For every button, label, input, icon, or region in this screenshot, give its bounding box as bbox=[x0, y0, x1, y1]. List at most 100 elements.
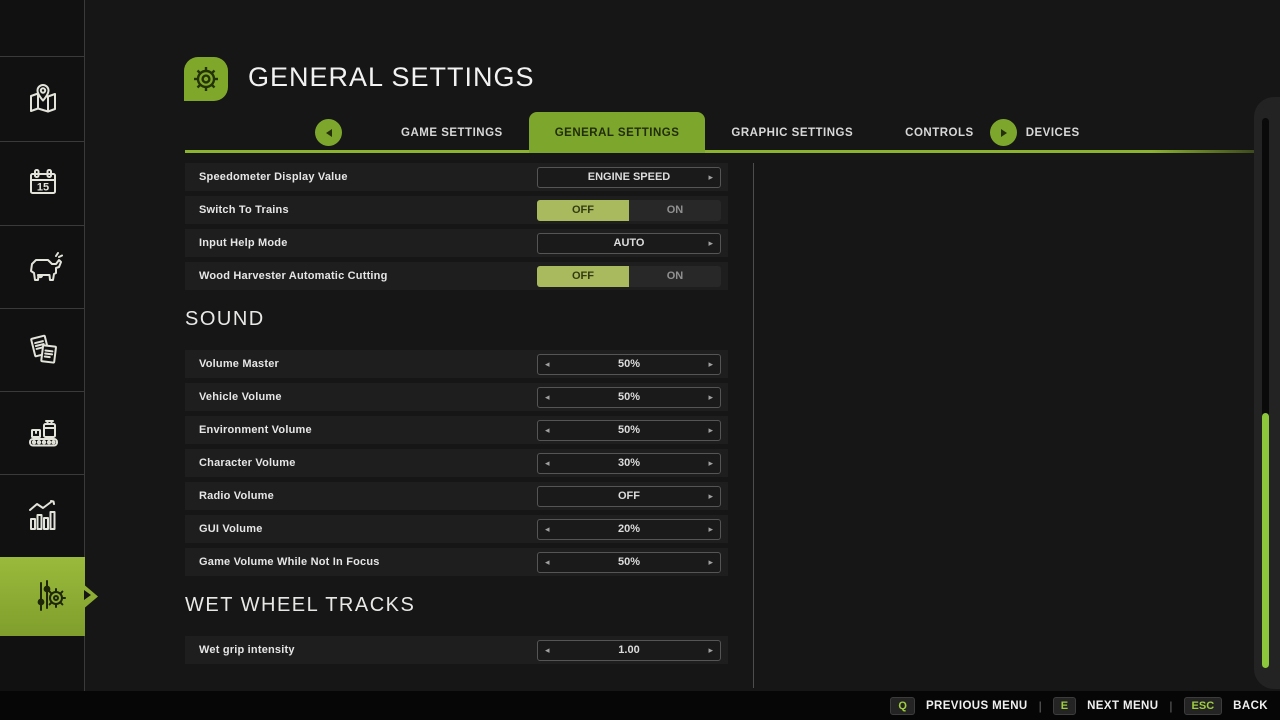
right-arrow-icon bbox=[1000, 128, 1007, 137]
setting-label: GUI Volume bbox=[199, 523, 263, 535]
tab-general-settings[interactable]: GENERAL SETTINGS bbox=[528, 112, 706, 153]
key-badge-e: E bbox=[1052, 696, 1077, 715]
settings-list: Speedometer Display Value◂ENGINE SPEED▸S… bbox=[185, 163, 728, 669]
setting-label: Volume Master bbox=[199, 358, 280, 370]
shortcut-label: PREVIOUS MENU bbox=[925, 699, 1028, 712]
on-off-toggle[interactable]: OFF ON bbox=[537, 199, 721, 221]
tab-bar: GAME SETTINGS GENERAL SETTINGS GRAPHIC SET… bbox=[85, 112, 1280, 153]
map-icon bbox=[23, 79, 63, 119]
shortcut-separator: | bbox=[1038, 698, 1042, 713]
value-selector[interactable]: ◂ 50% ▸ bbox=[537, 551, 721, 573]
settings-row: Speedometer Display Value◂ENGINE SPEED▸ bbox=[185, 163, 728, 191]
toggle-option-on[interactable]: ON bbox=[629, 265, 721, 287]
increase-arrow-icon[interactable]: ▸ bbox=[708, 557, 713, 567]
setting-label: Input Help Mode bbox=[199, 237, 288, 249]
tab-graphic-settings[interactable]: GRAPHIC SETTINGS bbox=[705, 112, 879, 153]
settings-row: Vehicle Volume ◂ 50% ▸ bbox=[185, 383, 728, 411]
increase-arrow-icon[interactable]: ▸ bbox=[708, 425, 713, 435]
settings-row: Radio Volume◂OFF▸ bbox=[185, 482, 728, 510]
increase-arrow-icon[interactable]: ▸ bbox=[708, 359, 713, 369]
increase-arrow-icon[interactable]: ▸ bbox=[708, 392, 713, 402]
general-settings-screen: 15 GENERAL SETTINGS GAME SETTINGS GENERA… bbox=[0, 0, 1280, 720]
contracts-icon bbox=[23, 330, 63, 370]
settings-row: Character Volume ◂ 30% ▸ bbox=[185, 449, 728, 477]
scrollbar-track[interactable] bbox=[1262, 118, 1269, 668]
calendar-icon: 15 bbox=[23, 163, 63, 203]
settings-row: Input Help Mode◂AUTO▸ bbox=[185, 229, 728, 257]
sidebar-item-map[interactable] bbox=[0, 56, 85, 140]
section-heading: SOUND bbox=[185, 308, 265, 330]
page-title: GENERAL SETTINGS bbox=[248, 62, 535, 92]
statistics-icon bbox=[23, 496, 63, 536]
shortcut-label: BACK bbox=[1233, 699, 1268, 712]
selector-value: 50% bbox=[617, 424, 641, 436]
value-selector[interactable]: ◂ 50% ▸ bbox=[537, 419, 721, 441]
sidebar-item-animals[interactable] bbox=[0, 225, 85, 307]
shortcut-separator: | bbox=[1169, 698, 1173, 713]
increase-arrow-icon[interactable]: ▸ bbox=[708, 238, 713, 248]
sidebar-item-production[interactable] bbox=[0, 391, 85, 473]
column-divider bbox=[753, 163, 754, 688]
gear-icon bbox=[184, 57, 228, 101]
shortcut-label: NEXT MENU bbox=[1087, 699, 1159, 712]
settings-row: Game Volume While Not In Focus ◂ 50% ▸ bbox=[185, 548, 728, 576]
scrollbar-panel bbox=[1254, 97, 1280, 689]
key-badge-esc: ESC bbox=[1183, 696, 1223, 715]
setting-label: Speedometer Display Value bbox=[199, 171, 348, 183]
value-selector[interactable]: ◂AUTO▸ bbox=[537, 232, 721, 254]
increase-arrow-icon[interactable]: ▸ bbox=[708, 645, 713, 655]
selector-value: AUTO bbox=[613, 237, 645, 249]
increase-arrow-icon[interactable]: ▸ bbox=[708, 524, 713, 534]
left-arrow-icon bbox=[325, 128, 332, 137]
setting-label: Vehicle Volume bbox=[199, 391, 282, 403]
toggle-option-off[interactable]: OFF bbox=[537, 199, 629, 221]
prev-tab-button[interactable] bbox=[315, 119, 342, 146]
setting-label: Wet grip intensity bbox=[199, 644, 295, 656]
setting-label: Radio Volume bbox=[199, 490, 274, 502]
selector-value: 50% bbox=[617, 391, 641, 403]
settings-row: GUI Volume ◂ 20% ▸ bbox=[185, 515, 728, 543]
section-heading: WET WHEEL TRACKS bbox=[185, 594, 416, 616]
setting-label: Character Volume bbox=[199, 457, 296, 469]
setting-label: Environment Volume bbox=[199, 424, 312, 436]
tab-game-settings[interactable]: GAME SETTINGS bbox=[375, 112, 529, 153]
value-selector[interactable]: ◂ 50% ▸ bbox=[537, 386, 721, 408]
value-selector[interactable]: ◂ 50% ▸ bbox=[537, 353, 721, 375]
toggle-option-off[interactable]: OFF bbox=[537, 265, 629, 287]
toggle-option-on[interactable]: ON bbox=[629, 199, 721, 221]
next-tab-button[interactable] bbox=[990, 119, 1017, 146]
increase-arrow-icon[interactable]: ▸ bbox=[708, 172, 713, 182]
scrollbar-thumb[interactable] bbox=[1262, 413, 1269, 668]
svg-text:15: 15 bbox=[36, 182, 48, 194]
settings-icon bbox=[29, 577, 69, 617]
increase-arrow-icon[interactable]: ▸ bbox=[708, 491, 713, 501]
setting-label: Game Volume While Not In Focus bbox=[199, 556, 380, 568]
selector-value: OFF bbox=[618, 490, 640, 502]
value-selector[interactable]: ◂ENGINE SPEED▸ bbox=[537, 166, 721, 188]
shortcut-bar: Q PREVIOUS MENU | E NEXT MENU | ESC BACK bbox=[0, 691, 1280, 720]
value-selector[interactable]: ◂OFF▸ bbox=[537, 485, 721, 507]
sidebar-item-contracts[interactable] bbox=[0, 308, 85, 390]
settings-row: Environment Volume ◂ 50% ▸ bbox=[185, 416, 728, 444]
value-selector[interactable]: ◂ 1.00 ▸ bbox=[537, 639, 721, 661]
key-badge-q: Q bbox=[890, 696, 915, 715]
selector-value: 30% bbox=[617, 457, 641, 469]
setting-label: Wood Harvester Automatic Cutting bbox=[199, 270, 388, 282]
settings-row: Switch To Trains OFF ON bbox=[185, 196, 728, 224]
increase-arrow-icon[interactable]: ▸ bbox=[708, 458, 713, 468]
sidebar-item-calendar[interactable]: 15 bbox=[0, 141, 85, 224]
settings-row: Wood Harvester Automatic Cutting OFF ON bbox=[185, 262, 728, 290]
production-icon bbox=[23, 413, 63, 453]
selector-value: 50% bbox=[617, 358, 641, 370]
sidebar-item-statistics[interactable] bbox=[0, 474, 85, 556]
selector-value: 50% bbox=[617, 556, 641, 568]
selector-value: 1.00 bbox=[618, 644, 640, 656]
value-selector[interactable]: ◂ 30% ▸ bbox=[537, 452, 721, 474]
sidebar-item-top[interactable] bbox=[0, 0, 85, 55]
setting-label: Switch To Trains bbox=[199, 204, 289, 216]
value-selector[interactable]: ◂ 20% ▸ bbox=[537, 518, 721, 540]
on-off-toggle[interactable]: OFF ON bbox=[537, 265, 721, 287]
selector-value: ENGINE SPEED bbox=[587, 171, 671, 183]
settings-row: Volume Master ◂ 50% ▸ bbox=[185, 350, 728, 378]
tab-controls[interactable]: CONTROLS bbox=[879, 112, 1000, 153]
